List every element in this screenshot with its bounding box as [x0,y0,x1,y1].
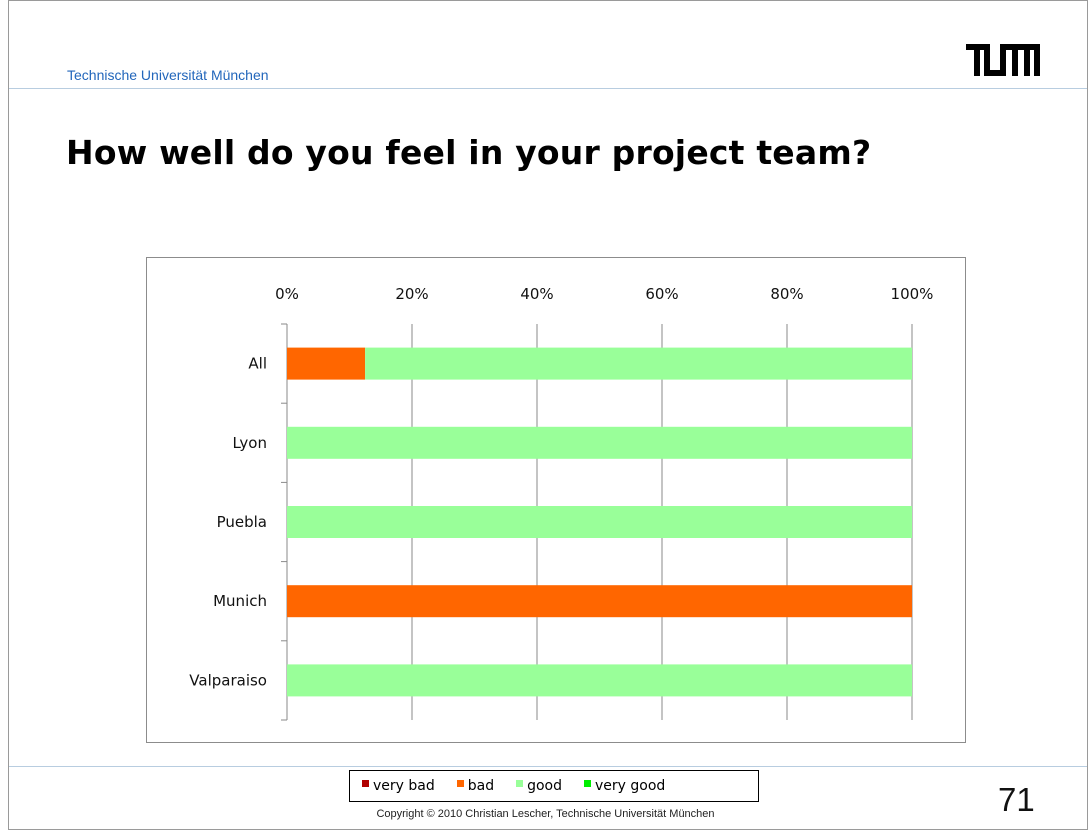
legend-item-bad: bad [456,778,495,794]
legend-label: very bad [373,778,435,794]
legend-item-very-good: very good [584,778,665,794]
category-label: Valparaiso [189,671,267,689]
x-tick-label: 0% [275,285,299,303]
header-divider [9,88,1087,89]
legend-swatch-very-good [584,779,592,787]
category-label: All [248,355,267,373]
x-tick-label: 80% [770,285,803,303]
slide-title: How well do you feel in your project tea… [66,133,872,172]
copyright-notice: Copyright © 2010 Christian Lescher, Tech… [376,808,715,820]
bar-segment-bad [287,347,366,380]
institution-name: Technische Universität München [67,67,269,83]
chart-legend: very bad bad good very good [349,770,759,802]
tum-logo [966,44,1040,76]
legend-swatch-bad [456,779,464,787]
bar-segment-good [287,506,912,538]
x-tick-label: 20% [395,285,428,303]
x-tick-label: 100% [891,285,934,303]
category-label: Lyon [232,434,267,452]
bar-chart: 0% 20% 40% 60% 80% 100% All Lyon Puebla Munich Val… [189,285,934,721]
category-label: Puebla [217,513,267,531]
bar-segment-good [287,664,912,697]
legend-swatch-good [516,779,524,787]
x-tick-label: 60% [645,285,678,303]
bar-segment-good [365,347,912,380]
x-tick-label: 40% [520,285,553,303]
legend-label: bad [467,778,495,794]
footer-divider [9,766,1087,767]
legend-item-good: good [516,778,562,794]
bar-segment-good [287,426,912,459]
bar-segment-bad [287,585,912,618]
legend-label: very good [595,778,666,794]
legend-label: good [527,778,563,794]
legend-swatch-very-bad [362,779,369,787]
legend-item-very-bad: very bad [362,778,435,794]
category-label: Munich [213,592,267,610]
chart-frame: 0% 20% 40% 60% 80% 100% All Lyon Puebla Munich Val… [146,257,966,743]
